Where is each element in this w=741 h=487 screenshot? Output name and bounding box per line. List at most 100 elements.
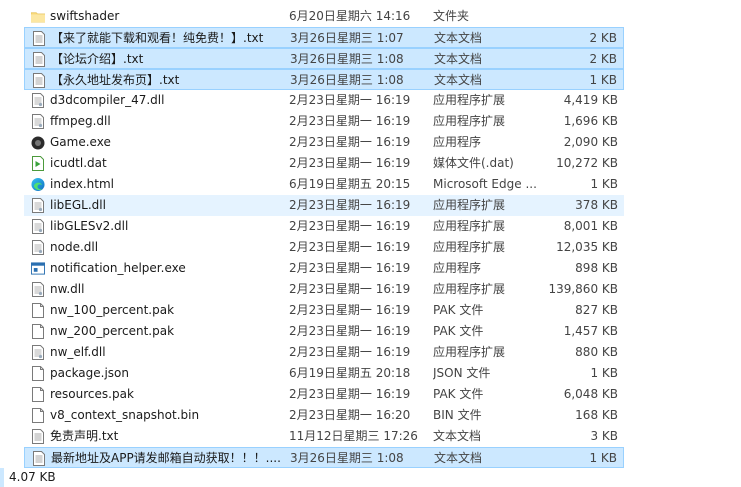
status-bar: 4.07 KB bbox=[0, 468, 741, 487]
file-date-modified: 2月23日星期一 16:19 bbox=[289, 387, 411, 401]
file-name: libEGL.dll bbox=[50, 198, 106, 212]
file-row[interactable]: 最新地址及APP请发邮箱自动获取！！！.... 3月26日星期三 1:08 文本文档… bbox=[24, 447, 624, 468]
file-row[interactable]: index.html 6月19日星期五 20:15 Microsoft Edge .… bbox=[24, 174, 624, 195]
file-row[interactable]: swiftshader 6月20日星期六 14:16 文件夹 bbox=[24, 6, 624, 27]
file-type: 媒体文件(.dat) bbox=[433, 156, 514, 170]
file-size: 1,696 KB bbox=[563, 114, 618, 128]
file-row[interactable]: 【论坛介绍】.txt 3月26日星期三 1:08 文本文档 2 KB bbox=[24, 48, 624, 69]
file-name: index.html bbox=[50, 177, 114, 191]
file-name: nw_elf.dll bbox=[50, 345, 106, 359]
dll-file-icon bbox=[31, 345, 45, 360]
file-size: 4,419 KB bbox=[563, 93, 618, 107]
file-date-modified: 2月23日星期一 16:19 bbox=[289, 345, 411, 359]
file-name: nw.dll bbox=[50, 282, 85, 296]
file-row[interactable]: nw_200_percent.pak 2月23日星期一 16:19 PAK 文件 1,… bbox=[24, 321, 624, 342]
file-row[interactable]: notification_helper.exe 2月23日星期一 16:19 应用程… bbox=[24, 258, 624, 279]
file-type: 应用程序扩展 bbox=[433, 282, 506, 296]
file-date-modified: 2月23日星期一 16:19 bbox=[289, 114, 411, 128]
file-date-modified: 2月23日星期一 16:19 bbox=[289, 93, 411, 107]
file-row[interactable]: 【来了就能下载和观看！纯免费！】.txt 3月26日星期三 1:07 文本文档 2 K… bbox=[24, 27, 624, 48]
file-name: nw_100_percent.pak bbox=[50, 303, 175, 317]
game-exe-icon bbox=[31, 135, 45, 150]
file-date-modified: 3月26日星期三 1:07 bbox=[290, 31, 404, 45]
file-type: 应用程序扩展 bbox=[433, 219, 506, 233]
file-date-modified: 2月23日星期一 16:19 bbox=[289, 261, 411, 275]
file-row[interactable]: libGLESv2.dll 2月23日星期一 16:19 应用程序扩展 8,001 K… bbox=[24, 216, 624, 237]
file-type: 文本文档 bbox=[434, 451, 483, 465]
dll-file-icon bbox=[31, 240, 45, 255]
file-row[interactable]: node.dll 2月23日星期一 16:19 应用程序扩展 12,035 KB bbox=[24, 237, 624, 258]
file-size: 1 KB bbox=[590, 366, 618, 380]
file-row[interactable]: icudtl.dat 2月23日星期一 16:19 媒体文件(.dat) 10,272… bbox=[24, 153, 624, 174]
file-type: 文本文档 bbox=[433, 429, 482, 443]
file-date-modified: 2月23日星期一 16:19 bbox=[289, 198, 411, 212]
file-name: 免责声明.txt bbox=[50, 429, 119, 443]
file-row[interactable]: nw_100_percent.pak 2月23日星期一 16:19 PAK 文件 82… bbox=[24, 300, 624, 321]
status-accent bbox=[0, 468, 4, 487]
file-size: 378 KB bbox=[575, 198, 618, 212]
file-row[interactable]: 【永久地址发布页】.txt 3月26日星期三 1:08 文本文档 1 KB bbox=[24, 69, 624, 90]
file-size: 12,035 KB bbox=[556, 240, 618, 254]
file-name: 最新地址及APP请发邮箱自动获取！！！.... bbox=[51, 451, 281, 465]
file-row[interactable]: d3dcompiler_47.dll 2月23日星期一 16:19 应用程序扩展 4,… bbox=[24, 90, 624, 111]
blank-file-icon bbox=[31, 387, 45, 402]
file-date-modified: 3月26日星期三 1:08 bbox=[290, 73, 404, 87]
file-row[interactable]: package.json 6月19日星期五 20:18 JSON 文件 1 KB bbox=[24, 363, 624, 384]
dll-file-icon bbox=[31, 114, 45, 129]
file-row[interactable]: resources.pak 2月23日星期一 16:19 PAK 文件 6,048 K… bbox=[24, 384, 624, 405]
file-type: 应用程序扩展 bbox=[433, 345, 506, 359]
file-date-modified: 6月20日星期六 14:16 bbox=[289, 9, 411, 23]
file-type: 文本文档 bbox=[434, 31, 483, 45]
file-row[interactable]: v8_context_snapshot.bin 2月23日星期一 16:20 BIN… bbox=[24, 405, 624, 426]
file-type: 应用程序 bbox=[433, 261, 482, 275]
file-type: PAK 文件 bbox=[433, 303, 484, 317]
file-date-modified: 2月23日星期一 16:19 bbox=[289, 156, 411, 170]
file-type: PAK 文件 bbox=[433, 387, 484, 401]
file-size: 1 KB bbox=[589, 451, 617, 465]
file-type: 应用程序扩展 bbox=[433, 240, 506, 254]
file-type: 文本文档 bbox=[434, 52, 483, 66]
file-size: 10,272 KB bbox=[556, 156, 618, 170]
file-date-modified: 2月23日星期一 16:19 bbox=[289, 135, 411, 149]
blank-file-icon bbox=[31, 303, 45, 318]
file-row[interactable]: libEGL.dll 2月23日星期一 16:19 应用程序扩展 378 KB bbox=[24, 195, 624, 216]
dll-file-icon bbox=[31, 198, 45, 213]
dll-file-icon bbox=[31, 282, 45, 297]
file-date-modified: 2月23日星期一 16:19 bbox=[289, 219, 411, 233]
file-name: v8_context_snapshot.bin bbox=[50, 408, 200, 422]
blank-file-icon bbox=[31, 408, 45, 423]
media-file-icon bbox=[31, 156, 45, 171]
file-row[interactable]: nw_elf.dll 2月23日星期一 16:19 应用程序扩展 880 KB bbox=[24, 342, 624, 363]
dll-file-icon bbox=[31, 93, 45, 108]
text-file-icon bbox=[32, 451, 46, 466]
file-name: icudtl.dat bbox=[50, 156, 107, 170]
text-file-icon bbox=[32, 52, 46, 67]
file-row[interactable]: nw.dll 2月23日星期一 16:19 应用程序扩展 139,860 KB bbox=[24, 279, 624, 300]
file-name: ffmpeg.dll bbox=[50, 114, 111, 128]
file-name: package.json bbox=[50, 366, 130, 380]
file-name: d3dcompiler_47.dll bbox=[50, 93, 165, 107]
file-row[interactable]: 免责声明.txt 11月12日星期三 17:26 文本文档 3 KB bbox=[24, 426, 624, 447]
file-date-modified: 2月23日星期一 16:19 bbox=[289, 240, 411, 254]
file-date-modified: 6月19日星期五 20:18 bbox=[289, 366, 411, 380]
file-size: 3 KB bbox=[590, 429, 618, 443]
file-type: 应用程序扩展 bbox=[433, 93, 506, 107]
file-size: 880 KB bbox=[575, 345, 618, 359]
file-size: 1 KB bbox=[589, 73, 617, 87]
file-date-modified: 3月26日星期三 1:08 bbox=[290, 52, 404, 66]
file-size: 2 KB bbox=[589, 52, 617, 66]
file-row[interactable]: Game.exe 2月23日星期一 16:19 应用程序 2,090 KB bbox=[24, 132, 624, 153]
file-type: PAK 文件 bbox=[433, 324, 484, 338]
text-file-icon bbox=[32, 31, 46, 46]
file-row[interactable]: ffmpeg.dll 2月23日星期一 16:19 应用程序扩展 1,696 KB bbox=[24, 111, 624, 132]
file-name: nw_200_percent.pak bbox=[50, 324, 175, 338]
file-date-modified: 2月23日星期一 16:20 bbox=[289, 408, 411, 422]
file-date-modified: 3月26日星期三 1:08 bbox=[290, 451, 404, 465]
blank-file-icon bbox=[31, 366, 45, 381]
file-date-modified: 11月12日星期三 17:26 bbox=[289, 429, 418, 443]
file-name: resources.pak bbox=[50, 387, 134, 401]
text-file-icon bbox=[32, 73, 46, 88]
file-date-modified: 2月23日星期一 16:19 bbox=[289, 282, 411, 296]
edge-html-icon bbox=[31, 177, 45, 192]
file-size: 6,048 KB bbox=[563, 387, 618, 401]
